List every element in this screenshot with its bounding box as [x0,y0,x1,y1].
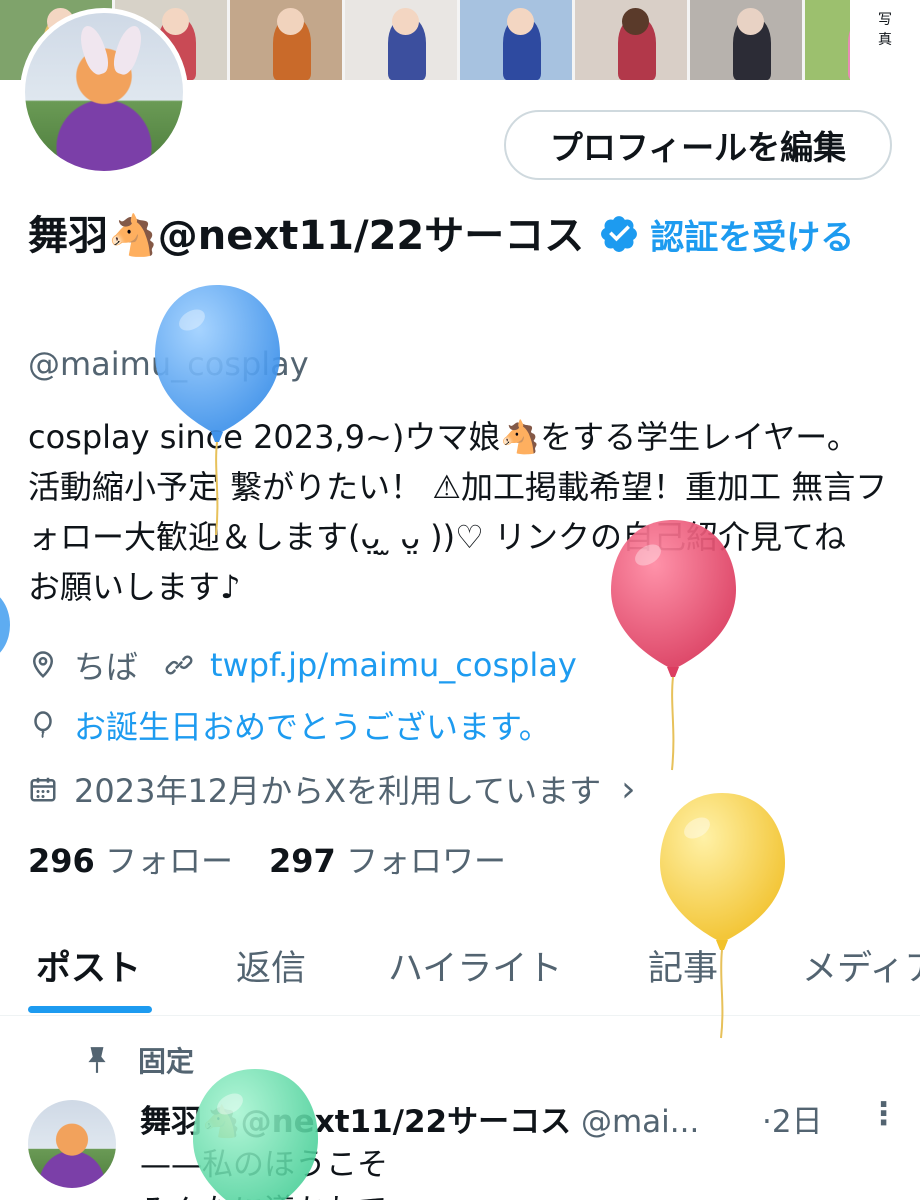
profile-meta-birthday: お誕生日おめでとうございます。 [28,702,551,748]
post-author-avatar[interactable] [28,1100,116,1188]
following-link[interactable]: 296 フォロー [28,842,233,880]
joined-text: 2023年12月からXを利用しています [74,772,602,810]
post-timestamp[interactable]: ·2日 [762,1096,823,1141]
avatar-ear [75,22,113,78]
profile-meta-joined[interactable]: 2023年12月からXを利用しています › [28,766,636,812]
banner-photo [460,0,572,80]
location-text: ちば [74,648,139,686]
tab-posts[interactable]: ポスト [36,940,141,991]
banner-photo-head [277,8,304,36]
profile-meta-location-link: ちば twpf.jp/maimu_cosplay [28,642,577,688]
pin-icon [88,1047,106,1073]
profile-tabs: ポスト 返信 ハイライト 記事 メディア [0,930,920,1016]
location-pin-icon [32,651,54,678]
birthday-text[interactable]: お誕生日おめでとうございます。 [74,702,551,748]
banner-side-label-top: 写 [878,12,892,28]
tab-replies[interactable]: 返信 [236,940,306,991]
post-text-line: ——私のほうこそ [140,1147,388,1183]
banner-side-label: 写真 [850,0,920,80]
banner-photo [575,0,687,80]
balloon-icon [34,711,52,739]
banner-photo-head [622,8,649,36]
profile-website-link[interactable]: twpf.jp/maimu_cosplay [210,646,577,684]
followers-count: 297 [268,842,336,880]
followers-label: フォロワー [345,842,506,880]
calendar-icon [30,777,56,802]
balloon-blue-edge [0,597,10,653]
edit-profile-button[interactable]: プロフィールを編集 [504,110,892,180]
post-header: 舞羽🐴@next11/22サーコス @mai... ·2日 ⋮ [140,1096,900,1141]
banner-photo-head [737,8,764,36]
display-name: 舞羽🐴@next11/22サーコス [28,213,585,259]
post-body[interactable]: ——私のほうこそ みんなに導かれて [140,1142,388,1200]
following-count: 296 [28,842,95,880]
pinned-indicator: 固定 [84,1040,194,1080]
banner-photo-head [162,8,189,36]
link-icon [165,655,193,675]
banner-photo [230,0,342,80]
verified-badge-icon[interactable] [598,213,640,255]
following-label: フォロー [104,842,233,880]
tab-articles[interactable]: 記事 [648,940,718,991]
chevron-right-icon: › [621,768,636,810]
profile-handle: @maimu_cosplay [28,345,309,383]
tab-media[interactable]: メディア [802,940,920,991]
profile-name-row: 舞羽🐴@next11/22サーコス 認証を受ける [28,208,898,266]
followers-link[interactable]: 297 フォロワー [269,842,506,880]
active-tab-indicator [28,1006,152,1013]
post-author-handle[interactable]: @mai... [581,1104,699,1140]
tab-highlights[interactable]: ハイライト [388,940,562,991]
get-verified-link[interactable]: 認証を受ける [650,218,854,258]
more-options-icon[interactable]: ⋮ [868,1096,899,1132]
post-author-name[interactable]: 舞羽🐴@next11/22サーコス [140,1104,571,1140]
banner-photo [345,0,457,80]
pinned-label: 固定 [138,1045,195,1078]
profile-bio: cosplay since 2023,9~)ウマ娘🐴をする学生レイヤー。活動縮小… [28,418,888,606]
banner-photo-head [507,8,534,36]
avatar-ear [109,22,147,78]
post-text-line: みんなに導かれて [140,1188,388,1200]
banner-photo-head [392,8,419,36]
profile-avatar[interactable] [20,8,188,176]
banner-photo [690,0,802,80]
follow-stats: 296 フォロー 297 フォロワー [28,836,506,882]
banner-side-label-bottom: 真 [878,32,892,48]
